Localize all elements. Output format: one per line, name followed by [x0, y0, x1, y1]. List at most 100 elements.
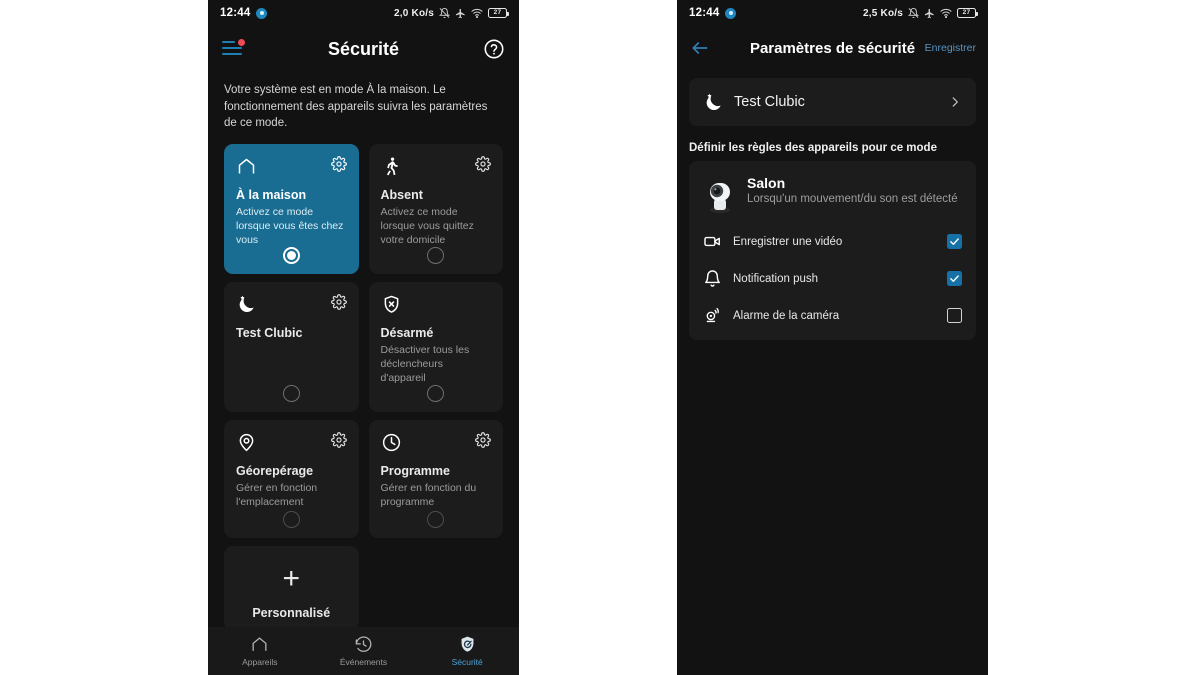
wifi-icon	[940, 8, 952, 18]
notification-badge	[238, 39, 245, 46]
history-icon	[354, 635, 373, 654]
battery-level: 27	[962, 8, 971, 16]
app-bar-left: Sécurité	[208, 26, 519, 72]
mode-card-desarme[interactable]: Désarmé Désactiver tous les déclencheurs…	[368, 281, 503, 412]
save-button[interactable]: Enregistrer	[925, 42, 976, 54]
nav-label: Événements	[339, 657, 388, 667]
pin-icon	[236, 432, 257, 453]
mode-card-title: Absent	[380, 187, 423, 202]
mode-card-title: Test Clubic	[236, 325, 303, 340]
rule-row-enregistrer-video[interactable]: Enregistrer une vidéo	[689, 223, 976, 260]
mode-card-test-clubic[interactable]: Test Clubic	[224, 281, 359, 412]
mode-radio[interactable]	[282, 384, 300, 402]
nav-label: Sécurité	[451, 657, 483, 667]
battery-level: 27	[493, 8, 502, 16]
arrow-left-icon[interactable]	[689, 38, 711, 58]
rule-label: Alarme de la caméra	[733, 309, 840, 322]
home-outline-icon	[250, 635, 269, 654]
rule-row-alarme-camera[interactable]: Alarme de la caméra	[689, 297, 976, 334]
nav-label: Appareils	[242, 657, 278, 667]
phone-screen-security-settings: 12:44 2,5 Ko/s 27 Paramètres de sécurité…	[677, 0, 988, 675]
status-time: 12:44	[689, 7, 720, 19]
mode-card-title: Désarmé	[380, 325, 434, 340]
rule-checkbox-checked[interactable]	[947, 234, 962, 249]
plus-icon: +	[282, 561, 301, 595]
mode-card-absent[interactable]: Absent Activez ce mode lorsque vous quit…	[368, 143, 503, 274]
device-name: Salon	[747, 175, 786, 191]
gear-icon[interactable]	[330, 293, 347, 310]
section-title: Définir les règles des appareils pour ce…	[689, 142, 937, 154]
phone-screen-security-modes: 12:44 2,0 Ko/s 27 Sécurité Votre système…	[208, 0, 519, 675]
mode-radio[interactable]	[282, 510, 300, 528]
bell-icon	[703, 269, 722, 288]
airplane-mode-icon	[924, 8, 935, 19]
network-speed: 2,5 Ko/s	[863, 7, 903, 19]
moon-icon	[703, 92, 724, 113]
mode-card-desc: Activez ce mode lorsque vous êtes chez v…	[236, 205, 344, 246]
gear-icon[interactable]	[475, 155, 491, 172]
device-rules-card: Salon Lorsqu'un mouvement/du son est dét…	[689, 161, 976, 340]
mode-name: Test Clubic	[734, 94, 805, 110]
network-speed: 2,0 Ko/s	[394, 7, 434, 19]
mode-card-title: Programme	[380, 463, 450, 478]
gear-icon[interactable]	[475, 431, 491, 448]
mode-card-title: Géorepérage	[236, 463, 314, 478]
gear-icon[interactable]	[330, 155, 347, 172]
nav-item-appareils[interactable]: Appareils	[208, 635, 312, 667]
siren-icon	[703, 306, 722, 325]
mode-card-a-la-maison[interactable]: À la maison Activez ce mode lorsque vous…	[224, 143, 359, 274]
page-title: Sécurité	[327, 38, 400, 59]
mode-radio[interactable]	[427, 384, 445, 402]
mode-radio-selected[interactable]	[282, 246, 300, 264]
mode-card-desc: Activez ce mode lorsque vous quittez vot…	[380, 205, 474, 246]
clock-icon	[381, 432, 402, 453]
camera-thumbnail	[703, 175, 737, 215]
hamburger-menu-icon[interactable]	[222, 39, 245, 57]
home-icon	[236, 156, 257, 177]
status-indicator-icon	[256, 7, 268, 19]
chevron-right-icon	[948, 95, 962, 109]
help-circle-icon[interactable]	[483, 38, 505, 60]
airplane-mode-icon	[455, 8, 466, 19]
grid-spacer	[369, 546, 504, 630]
moon-icon	[236, 294, 257, 315]
mode-card-desc: Désactiver tous les déclencheurs d'appar…	[380, 343, 470, 384]
device-row: Salon Lorsqu'un mouvement/du son est dét…	[689, 165, 976, 223]
mode-radio[interactable]	[427, 510, 445, 528]
gear-icon[interactable]	[330, 431, 347, 448]
shield-check-icon	[458, 635, 477, 654]
status-bar-left: 12:44 2,0 Ko/s 27	[208, 0, 519, 26]
rule-checkbox-checked[interactable]	[947, 271, 962, 286]
mode-card-title: À la maison	[236, 187, 307, 202]
status-bar-right: 12:44 2,5 Ko/s 27	[677, 0, 988, 26]
bottom-navigation: Appareils Événements Sécurité	[208, 627, 519, 675]
wifi-icon	[471, 8, 483, 18]
app-bar-right: Paramètres de sécurité Enregistrer	[677, 26, 988, 70]
device-trigger: Lorsqu'un mouvement/du son est détecté	[747, 193, 958, 205]
selected-mode-row[interactable]: Test Clubic	[689, 78, 976, 126]
modes-grid: À la maison Activez ce mode lorsque vous…	[208, 143, 519, 630]
battery-icon: 27	[957, 8, 979, 18]
rule-checkbox-unchecked[interactable]	[947, 308, 962, 323]
bell-muted-icon	[439, 7, 450, 19]
rule-label: Notification push	[733, 272, 819, 285]
add-card-label: Personnalisé	[252, 605, 331, 620]
mode-card-georeperage[interactable]: Géorepérage Gérer en fonction l'emplacem…	[224, 419, 359, 538]
mode-card-desc: Gérer en fonction du programme	[380, 481, 477, 508]
status-indicator-icon	[725, 7, 737, 19]
shield-x-icon	[381, 294, 402, 315]
video-camera-icon	[703, 232, 722, 251]
battery-icon: 27	[488, 8, 510, 18]
screenshot-root: 12:44 2,0 Ko/s 27 Sécurité Votre système…	[0, 0, 1200, 675]
nav-item-securite[interactable]: Sécurité	[415, 635, 519, 667]
nav-item-evenements[interactable]: Événements	[312, 635, 416, 667]
rule-row-notification-push[interactable]: Notification push	[689, 260, 976, 297]
walk-icon	[381, 156, 402, 177]
mode-card-add-custom[interactable]: + Personnalisé	[224, 545, 359, 630]
status-time: 12:44	[220, 7, 251, 19]
rule-label: Enregistrer une vidéo	[733, 235, 843, 248]
mode-card-desc: Gérer en fonction l'emplacement	[236, 481, 318, 508]
bell-muted-icon	[908, 7, 919, 19]
mode-radio[interactable]	[427, 246, 445, 264]
mode-card-programme[interactable]: Programme Gérer en fonction du programme	[368, 419, 503, 538]
